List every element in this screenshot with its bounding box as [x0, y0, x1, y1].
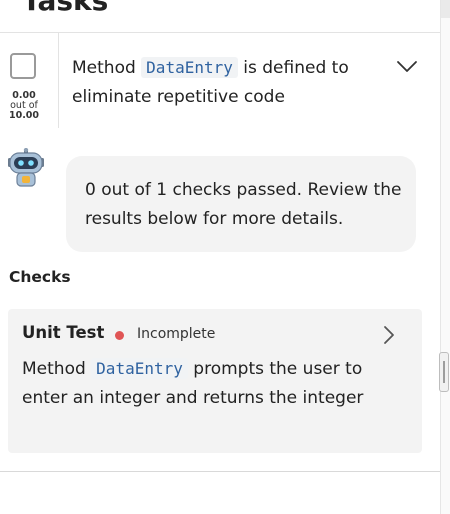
assistant-message-text: 0 out of 1 checks passed. Review the res…: [85, 180, 402, 229]
assistant-message: 0 out of 1 checks passed. Review the res…: [66, 156, 416, 252]
chevron-down-icon[interactable]: [396, 60, 418, 74]
task-description: Method DataEntry is defined to eliminate…: [72, 53, 372, 112]
tasks-panel: Tasks 0.00 out of 10.00 Method DataEntry…: [0, 0, 440, 514]
check-description: Method DataEntry prompts the user to ent…: [22, 354, 382, 413]
score-max: 10.00: [8, 110, 40, 121]
status-badge: Incomplete: [137, 326, 216, 342]
scrollbar-top-cap: [441, 0, 450, 18]
task-checkbox[interactable]: [10, 53, 36, 79]
page-title: Tasks: [22, 0, 109, 17]
checks-heading: Checks: [9, 268, 71, 286]
scrollbar-grip: [443, 361, 445, 383]
check-title: Unit Test: [22, 323, 105, 342]
status-dot: [115, 331, 124, 340]
task-desc-code: DataEntry: [141, 57, 238, 78]
task-desc-pre: Method: [72, 58, 136, 78]
panel-header: Tasks: [0, 0, 440, 33]
robot-icon: [8, 148, 44, 187]
check-desc-code: DataEntry: [91, 358, 188, 379]
check-card-unit-test[interactable]: Unit Test Incomplete Method DataEntry pr…: [8, 309, 422, 453]
scrollbar-thumb[interactable]: [439, 352, 449, 392]
chevron-right-icon[interactable]: [383, 325, 395, 345]
vertical-scrollbar[interactable]: [439, 0, 450, 514]
task-check-column: 0.00 out of 10.00: [0, 33, 59, 128]
divider: [0, 471, 440, 472]
task-score: 0.00 out of 10.00: [0, 91, 48, 121]
check-desc-pre: Method: [22, 359, 86, 379]
task-item[interactable]: 0.00 out of 10.00 Method DataEntry is de…: [0, 33, 440, 133]
